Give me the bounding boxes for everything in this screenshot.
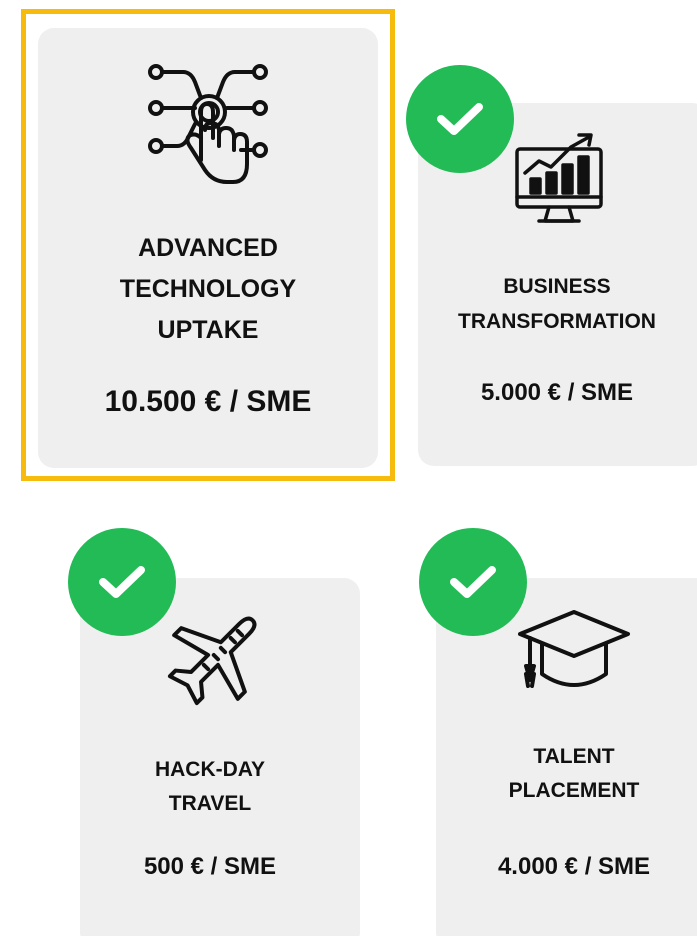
card-advanced-technology-uptake[interactable]: ADVANCED TECHNOLOGY UPTAKE 10.500 € / SM… — [38, 28, 378, 468]
checkmark-icon — [99, 566, 145, 598]
card-title: ADVANCED TECHNOLOGY UPTAKE — [119, 234, 297, 344]
check-badge — [406, 65, 514, 173]
touch-technology-icon — [38, 60, 378, 190]
card-price: 5.000 € / SME — [480, 379, 634, 406]
voucher-options-grid: ADVANCED TECHNOLOGY UPTAKE 10.500 € / SM… — [0, 0, 697, 936]
checkmark-icon — [450, 566, 496, 598]
check-badge — [68, 528, 176, 636]
card-title: TALENT PLACEMENT — [508, 745, 640, 802]
card-price: 500 € / SME — [143, 853, 277, 880]
card-price: 4.000 € / SME — [497, 853, 651, 880]
card-title: HACK-DAY TRAVEL — [154, 758, 266, 815]
card-price: 10.500 € / SME — [104, 385, 312, 418]
card-title: BUSINESS TRANSFORMATION — [458, 275, 656, 333]
checkmark-icon — [437, 103, 483, 135]
check-badge — [419, 528, 527, 636]
